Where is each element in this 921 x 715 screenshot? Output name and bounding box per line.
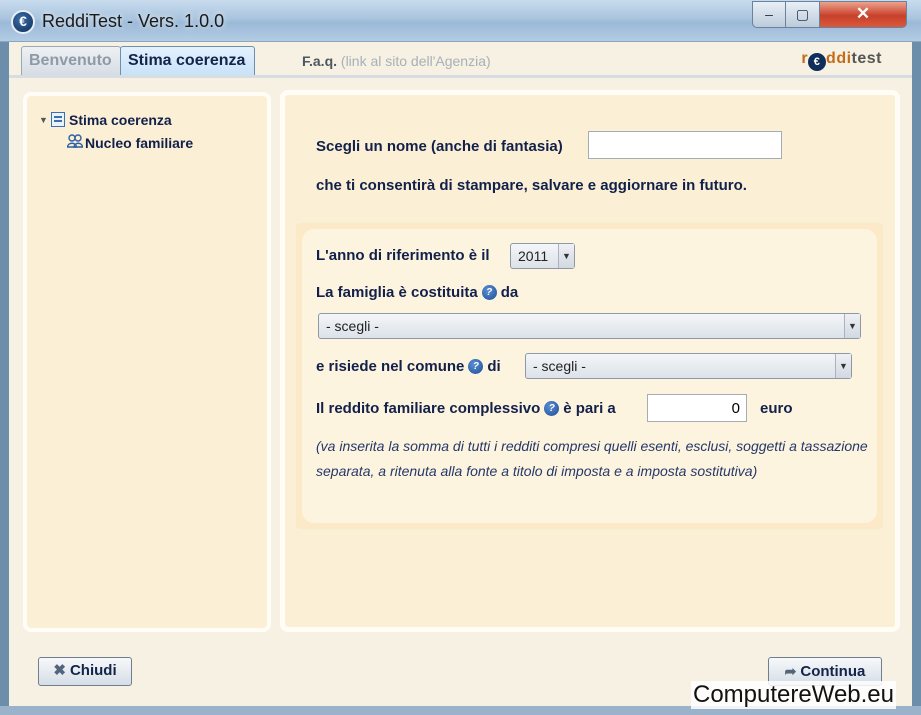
family-label-text: da xyxy=(500,284,519,301)
navigation-tree: ▼ Stima coerenza Nucleo familiare xyxy=(23,92,271,632)
family-label: La famiglia è costituita? da xyxy=(316,284,518,301)
main-form-panel: Scegli un nome (anche di fantasia) che t… xyxy=(280,90,900,632)
window-title: ReddiTest - Vers. 1.0.0 xyxy=(42,11,225,31)
client-area: Benvenuto Stima coerenza F.a.q. (link al… xyxy=(9,42,912,706)
people-icon-svg xyxy=(66,134,84,148)
chevron-down-icon[interactable]: ▼ xyxy=(835,354,851,378)
comune-label: e risiede nel comune? di xyxy=(316,358,501,375)
form-document-icon xyxy=(51,112,65,127)
income-label: Il reddito familiare complessivo? è pari … xyxy=(316,400,616,417)
watermark: ComputereWeb.eu xyxy=(691,681,896,709)
tab-stima-coerenza[interactable]: Stima coerenza xyxy=(120,46,255,75)
close-button[interactable]: ✖ Chiudi xyxy=(38,657,132,686)
minimize-button[interactable]: – xyxy=(752,1,786,28)
logo-part: test xyxy=(851,50,882,67)
app-icon: € xyxy=(11,10,35,34)
income-label-text: è pari a xyxy=(563,400,616,417)
family-value: - scegli - xyxy=(326,318,379,334)
close-button-label: Chiudi xyxy=(69,662,117,679)
name-hint: che ti consentirà di stampare, salvare e… xyxy=(316,177,747,194)
name-input[interactable] xyxy=(588,131,782,159)
tab-bar: Benvenuto Stima coerenza F.a.q. (link al… xyxy=(9,42,912,76)
faq-title: F.a.q. xyxy=(302,53,338,69)
year-value: 2011 xyxy=(518,248,549,264)
comune-label-text: di xyxy=(487,358,501,375)
people-icon xyxy=(66,134,85,151)
chevron-down-icon[interactable]: ▼ xyxy=(844,314,860,338)
family-label-text: La famiglia è costituita xyxy=(316,284,478,301)
comune-label-text: e risiede nel comune xyxy=(316,358,465,375)
title-bar[interactable]: € ReddiTest - Vers. 1.0.0 – ▢ ✕ xyxy=(0,0,921,42)
tab-underline xyxy=(9,75,912,78)
data-section: L'anno di riferimento è il 2011 ▼ La fam… xyxy=(296,223,883,529)
continue-button-label: Continua xyxy=(800,663,866,680)
tab-benvenuto[interactable]: Benvenuto xyxy=(21,46,121,75)
close-icon: ✖ xyxy=(53,662,66,679)
name-label: Scegli un nome (anche di fantasia) xyxy=(316,138,563,155)
data-section-inner: L'anno di riferimento è il 2011 ▼ La fam… xyxy=(302,229,877,523)
year-label: L'anno di riferimento è il xyxy=(316,247,490,264)
income-unit: euro xyxy=(760,400,793,417)
logo-part: ddi xyxy=(826,50,852,67)
arrow-forward-icon: ➦ xyxy=(784,663,797,679)
year-select[interactable]: 2011 ▼ xyxy=(510,243,575,269)
redditest-logo: r € dditest xyxy=(801,50,882,71)
tree-item-nucleo-familiare[interactable]: Nucleo familiare xyxy=(66,134,194,151)
help-icon[interactable]: ? xyxy=(544,401,560,416)
maximize-button[interactable]: ▢ xyxy=(785,1,820,28)
expand-arrow-icon[interactable]: ▼ xyxy=(39,115,51,125)
help-icon[interactable]: ? xyxy=(468,359,484,374)
family-select[interactable]: - scegli - ▼ xyxy=(318,313,861,339)
tree-item-label: Nucleo familiare xyxy=(85,135,194,151)
logo-part: r xyxy=(801,50,809,67)
chevron-down-icon[interactable]: ▼ xyxy=(558,244,574,268)
tree-item-stima-coerenza[interactable]: ▼ Stima coerenza xyxy=(39,112,172,128)
comune-value: - scegli - xyxy=(533,358,586,374)
logo-euro-icon: € xyxy=(808,53,827,71)
close-window-button[interactable]: ✕ xyxy=(819,1,907,28)
income-note: (va inserita la somma di tutti i redditi… xyxy=(316,438,868,479)
comune-select[interactable]: - scegli - ▼ xyxy=(525,353,852,379)
income-input[interactable] xyxy=(647,394,747,422)
faq-link-text: (link al sito dell'Agenzia) xyxy=(340,53,491,69)
income-label-text: Il reddito familiare complessivo xyxy=(316,400,541,417)
faq-link[interactable]: F.a.q. (link al sito dell'Agenzia) xyxy=(302,53,491,69)
tree-item-label: Stima coerenza xyxy=(69,112,172,128)
help-icon[interactable]: ? xyxy=(481,285,497,300)
